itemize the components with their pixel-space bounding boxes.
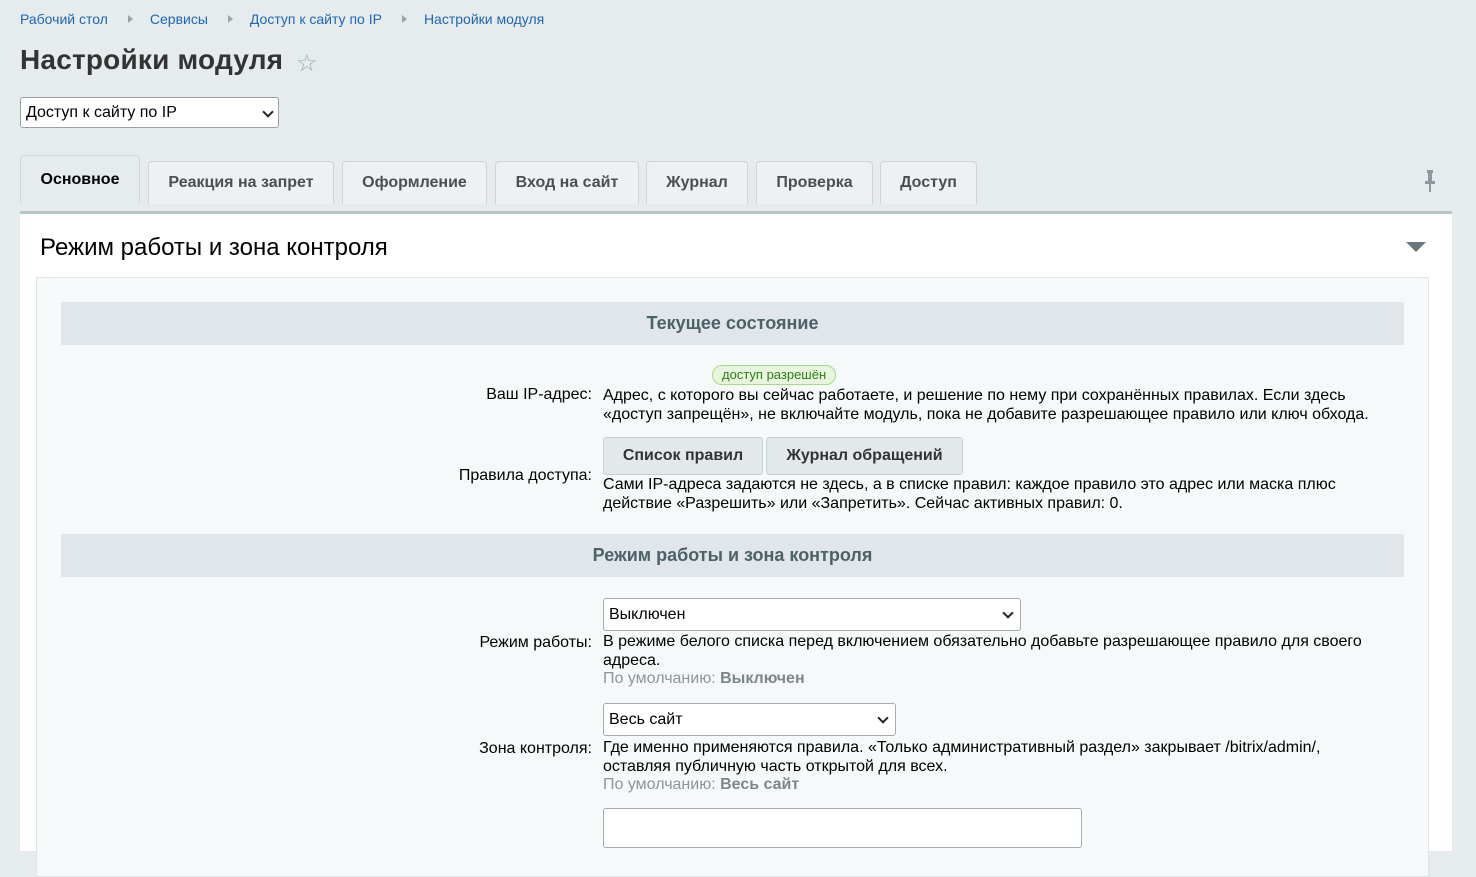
- zone-default: По умолчанию: Весь сайт: [603, 776, 799, 794]
- breadcrumb-item-ip-access[interactable]: Доступ к сайту по IP: [250, 11, 382, 27]
- breadcrumb: Рабочий стол Сервисы Доступ к сайту по I…: [20, 11, 544, 27]
- rules-list-button[interactable]: Список правил: [603, 437, 763, 475]
- module-select[interactable]: Доступ к сайту по IP: [20, 97, 279, 128]
- pin-icon[interactable]: [1424, 170, 1436, 192]
- zone-select-value: Весь сайт: [609, 711, 683, 728]
- breadcrumb-item-services[interactable]: Сервисы: [150, 11, 208, 27]
- chevron-right-icon: [127, 15, 133, 23]
- default-prefix: По умолчанию:: [603, 776, 716, 793]
- tab-access[interactable]: Доступ: [880, 161, 977, 204]
- default-prefix: По умолчанию:: [603, 670, 716, 687]
- chevron-down-icon: [877, 712, 889, 724]
- tab-main[interactable]: Основное: [20, 155, 140, 204]
- text-input[interactable]: [603, 808, 1082, 848]
- section-header-current-state: Текущее состояние: [61, 302, 1404, 345]
- default-value: Выключен: [720, 670, 805, 687]
- status-badge: доступ разрешён: [712, 365, 837, 385]
- settings-form: Текущее состояние доступ разрешён Ваш IP…: [36, 277, 1429, 877]
- mode-description: В режиме белого списка перед включением …: [603, 632, 1362, 670]
- tab-ban-reaction[interactable]: Реакция на запрет: [148, 161, 334, 204]
- default-value: Весь сайт: [720, 776, 800, 793]
- zone-label: Зона контроля:: [479, 740, 592, 757]
- tab-check[interactable]: Проверка: [756, 161, 873, 204]
- chevron-down-icon: [1002, 607, 1014, 619]
- mode-label: Режим работы:: [479, 634, 592, 651]
- breadcrumb-item-module-settings[interactable]: Настройки модуля: [424, 11, 544, 27]
- tab-journal[interactable]: Журнал: [646, 161, 748, 204]
- module-select-value: Доступ к сайту по IP: [26, 104, 177, 121]
- chevron-right-icon: [227, 15, 233, 23]
- rules-description-line: действие «Разрешить» или «Запретить». Се…: [603, 495, 1123, 512]
- ip-description-line: Адрес, с которого вы сейчас работаете, и…: [603, 387, 1346, 404]
- rules-description: Сами IP-адреса задаются не здесь, а в сп…: [603, 475, 1336, 513]
- tab-appearance[interactable]: Оформление: [342, 161, 487, 204]
- page-title: Настройки модуля: [20, 44, 284, 75]
- collapse-icon[interactable]: [1406, 242, 1426, 252]
- mode-select[interactable]: Выключен: [603, 598, 1021, 631]
- zone-select[interactable]: Весь сайт: [603, 703, 896, 736]
- mode-default: По умолчанию: Выключен: [603, 670, 805, 688]
- star-icon[interactable]: ☆: [296, 52, 318, 76]
- rules-description-line: Сами IP-адреса задаются не здесь, а в сп…: [603, 476, 1336, 493]
- zone-description-line: оставляя публичную часть открытой для вс…: [603, 758, 948, 775]
- mode-select-value: Выключен: [609, 606, 686, 623]
- access-log-button[interactable]: Журнал обращений: [766, 437, 963, 475]
- mode-description-line: адреса.: [603, 652, 661, 669]
- section-header-mode: Режим работы и зона контроля: [61, 534, 1404, 577]
- settings-panel: Режим работы и зона контроля Текущее сос…: [20, 211, 1452, 877]
- ip-description-line: «доступ запрещён», не включайте модуль, …: [603, 406, 1369, 423]
- tab-site-login[interactable]: Вход на сайт: [495, 161, 639, 204]
- ip-label: Ваш IP-адрес:: [486, 386, 592, 403]
- rules-label: Правила доступа:: [458, 467, 592, 484]
- ip-description: Адрес, с которого вы сейчас работаете, и…: [603, 386, 1369, 424]
- panel-title: Режим работы и зона контроля: [40, 234, 388, 261]
- chevron-right-icon: [401, 15, 407, 23]
- breadcrumb-item-desktop[interactable]: Рабочий стол: [20, 11, 108, 27]
- zone-description: Где именно применяются правила. «Только …: [603, 738, 1320, 776]
- mode-description-line: В режиме белого списка перед включением …: [603, 633, 1362, 650]
- chevron-down-icon: [262, 106, 274, 118]
- zone-description-line: Где именно применяются правила. «Только …: [603, 739, 1321, 756]
